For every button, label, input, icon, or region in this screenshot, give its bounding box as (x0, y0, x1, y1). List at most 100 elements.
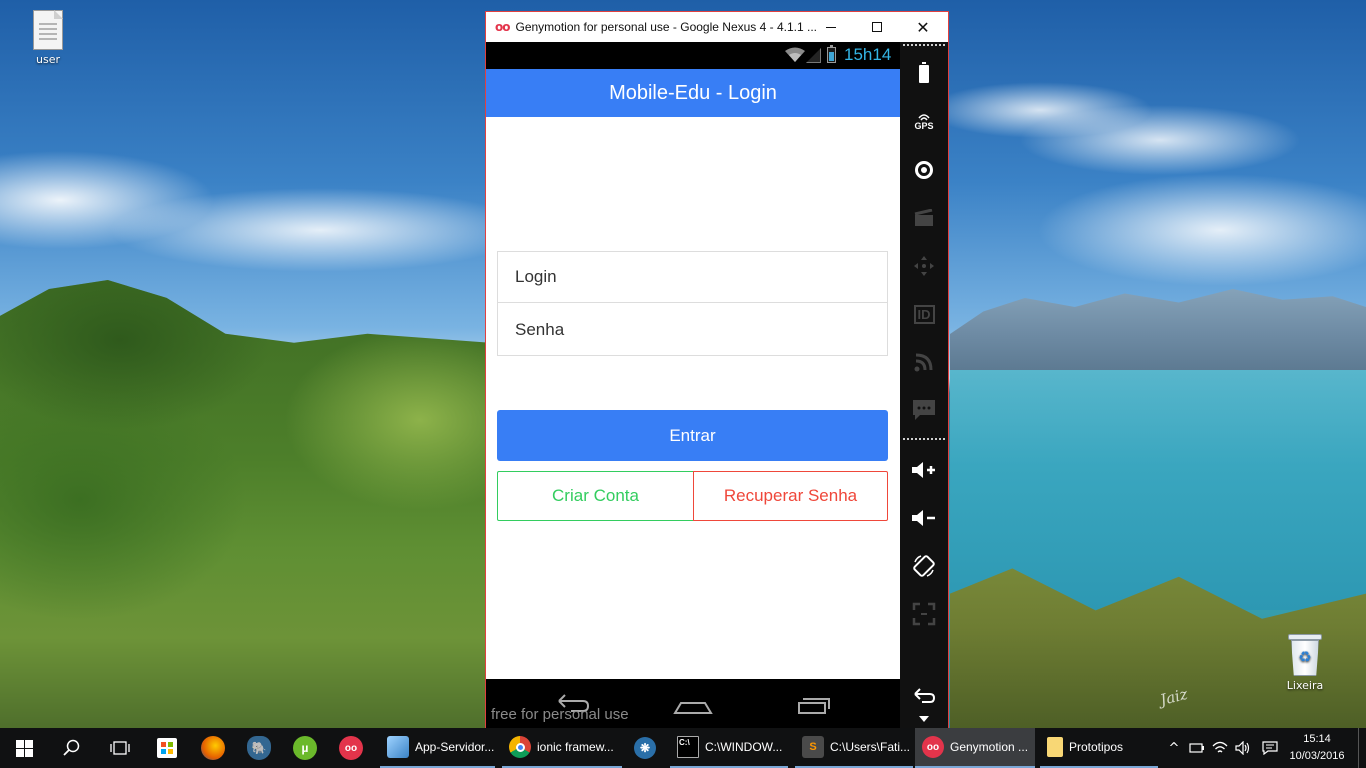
recent-apps-icon[interactable] (791, 689, 835, 719)
wifi-icon (785, 47, 805, 62)
rotate-icon[interactable] (908, 550, 940, 582)
taskbar-app-prototipos[interactable]: Prototipos (1040, 728, 1158, 768)
desktop-icon-recycle-bin[interactable]: ♻ Lixeira (1282, 634, 1328, 692)
android-screen: 15h14 Mobile-Edu - Login Login Senha Ent… (486, 42, 900, 728)
taskbar-app-genymotion[interactable]: oo Genymotion ... (915, 728, 1035, 768)
remote-control-icon[interactable] (908, 250, 940, 282)
taskbar-pin-firefox[interactable] (190, 728, 236, 768)
tree-icon: ❋ (634, 737, 656, 759)
page-title: Mobile-Edu - Login (609, 81, 777, 104)
maximize-button[interactable] (854, 12, 900, 42)
text-file-icon (33, 10, 63, 50)
notifications-icon[interactable] (1259, 728, 1281, 768)
create-account-button[interactable]: Criar Conta (497, 471, 694, 521)
chevron-up-icon: ^ (1168, 740, 1180, 756)
firefox-icon (201, 736, 225, 760)
gps-label: GPS (914, 121, 934, 131)
gps-icon[interactable]: GPS (908, 106, 940, 138)
taskbar-app-chrome[interactable]: ionic framew... (502, 728, 622, 768)
close-button[interactable]: ✕ (900, 12, 946, 42)
store-icon (157, 738, 177, 758)
login-input[interactable]: Login (498, 252, 887, 303)
chrome-icon (509, 736, 531, 758)
personal-use-overlay: free for personal use (491, 706, 629, 723)
window-titlebar[interactable]: oo Genymotion for personal use - Google … (486, 12, 948, 42)
windows-logo-icon (15, 739, 33, 757)
postgresql-icon: 🐘 (247, 736, 271, 760)
wallpaper-hills (0, 280, 490, 728)
capture-icon[interactable] (908, 202, 940, 234)
back-icon[interactable] (908, 680, 940, 712)
login-form: Login Senha (497, 251, 888, 356)
desktop-icon-label: Lixeira (1286, 679, 1324, 692)
folder-icon (1047, 737, 1063, 757)
pixel-perfect-icon[interactable] (908, 598, 940, 630)
task-view-button[interactable] (96, 728, 144, 768)
taskbar-pin-utorrent[interactable]: µ (282, 728, 328, 768)
toolbar-divider (903, 438, 945, 440)
android-statusbar: 15h14 (486, 42, 900, 69)
taskbar-pin-store[interactable] (144, 728, 190, 768)
volume-down-icon[interactable] (908, 502, 940, 534)
show-desktop-button[interactable] (1358, 728, 1366, 768)
home-icon[interactable] (671, 689, 715, 719)
clock-date: 10/03/2016 (1289, 750, 1345, 762)
volume-up-icon[interactable] (908, 454, 940, 486)
task-view-icon (110, 741, 130, 755)
webcam-icon[interactable] (908, 154, 940, 186)
toolbar-divider (903, 44, 945, 46)
password-input[interactable]: Senha (498, 304, 887, 355)
maximize-icon (872, 22, 882, 32)
login-placeholder: Login (515, 267, 557, 286)
taskbar-app-app-servidor[interactable]: App-Servidor... (380, 728, 495, 768)
sms-icon[interactable] (908, 394, 940, 426)
power-icon[interactable] (1186, 728, 1208, 768)
taskbar-app-label: C:\WINDOW... (705, 740, 783, 754)
volume-icon[interactable] (1232, 728, 1254, 768)
taskbar-app-label: C:\Users\Fati... (830, 740, 911, 754)
close-icon: ✕ (916, 17, 930, 37)
start-button[interactable] (0, 728, 48, 768)
taskbar-app-label: Prototipos (1069, 740, 1124, 754)
minimize-button[interactable] (808, 12, 854, 42)
sublime-icon: S (802, 736, 824, 758)
id-label: ID (913, 304, 935, 324)
recover-password-button[interactable]: Recuperar Senha (693, 471, 888, 521)
genymotion-toolbar: GPS ID (900, 42, 948, 728)
taskbar-pin-postgres[interactable]: 🐘 (236, 728, 282, 768)
network-icon[interactable] (908, 346, 940, 378)
show-hidden-icons-button[interactable]: ^ (1163, 728, 1185, 768)
taskbar-app-cmd[interactable]: C:\ C:\WINDOW... (670, 728, 788, 768)
cube-icon (387, 736, 409, 758)
desktop-icon-user[interactable]: user (22, 10, 74, 66)
status-time: 15h14 (844, 45, 892, 64)
android-navbar: free for personal use (486, 679, 900, 728)
genymotion-icon: oo (922, 736, 944, 758)
taskbar-pin-tool[interactable]: ❋ (624, 728, 666, 768)
search-icon (63, 739, 80, 756)
genymotion-icon: oo (339, 736, 363, 760)
login-button[interactable]: Entrar (497, 410, 888, 461)
app-header: Mobile-Edu - Login (486, 69, 900, 117)
password-placeholder: Senha (515, 319, 565, 339)
taskbar-app-sublime[interactable]: S C:\Users\Fati... (795, 728, 913, 768)
taskbar-app-label: Genymotion ... (950, 740, 1029, 754)
utorrent-icon: µ (293, 736, 317, 760)
genymotion-window: oo Genymotion for personal use - Google … (485, 11, 949, 728)
taskbar-pin-genymotion[interactable]: oo (328, 728, 374, 768)
identifiers-icon[interactable]: ID (908, 298, 940, 330)
app-content: Mobile-Edu - Login Login Senha Entrar Cr… (486, 69, 900, 679)
taskbar-app-label: App-Servidor... (415, 740, 495, 754)
taskbar-app-label: ionic framew... (537, 740, 614, 754)
battery-charging-icon (827, 45, 836, 63)
clock[interactable]: 15:14 10/03/2016 (1285, 731, 1349, 765)
search-button[interactable] (48, 728, 96, 768)
minimize-icon (826, 26, 836, 28)
battery-icon[interactable] (908, 58, 940, 90)
window-title: Genymotion for personal use - Google Nex… (515, 20, 816, 34)
signal-icon (806, 48, 821, 63)
genymotion-logo-icon: oo (495, 20, 510, 34)
wifi-icon[interactable] (1209, 728, 1231, 768)
more-icon[interactable] (908, 712, 940, 726)
cmd-icon: C:\ (677, 736, 699, 758)
